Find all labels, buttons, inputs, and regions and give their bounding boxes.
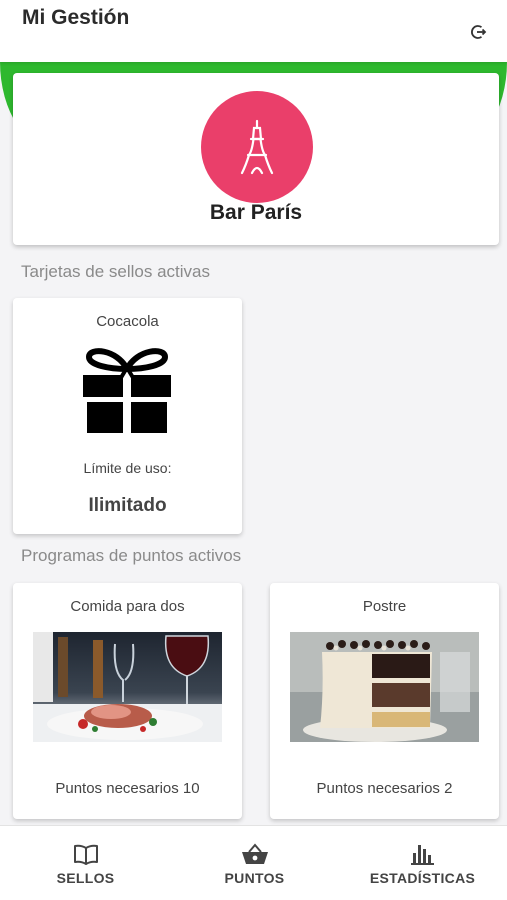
- points-needed: Puntos necesarios 2: [316, 780, 453, 797]
- book-icon: [73, 844, 98, 865]
- steak-dinner-photo: [33, 632, 222, 742]
- stamp-card[interactable]: Cocacola Límite de uso: Ilimitado: [13, 298, 242, 534]
- stamp-card-name: Cocacola: [96, 313, 159, 330]
- eiffel-tower-icon: [240, 119, 274, 175]
- stamp-cards-section-title: Tarjetas de sellos activas: [21, 262, 210, 281]
- points-needed: Puntos necesarios 10: [55, 780, 200, 797]
- layer-cake-photo: [290, 632, 479, 742]
- bottom-navigation: SELLOS PUNTOS ESTADÍSTICAS: [0, 825, 507, 900]
- points-card-name: Postre: [362, 598, 407, 615]
- bar-chart-icon: [410, 845, 434, 865]
- points-programs-section-title: Programas de puntos activos: [21, 546, 242, 565]
- nav-item-estadisticas[interactable]: ESTADÍSTICAS: [338, 826, 507, 900]
- nav-item-sellos[interactable]: SELLOS: [1, 826, 170, 900]
- basket-icon: [241, 843, 268, 864]
- app-bar: Mi Gestión: [0, 0, 507, 62]
- usage-limit-label: Límite de uso:: [83, 460, 172, 476]
- points-card-name: Comida para dos: [70, 598, 185, 615]
- business-logo: [201, 91, 313, 203]
- nav-item-puntos[interactable]: PUNTOS: [170, 826, 339, 900]
- nav-label: ESTADÍSTICAS: [369, 870, 476, 886]
- usage-limit-value: Ilimitado: [88, 495, 167, 516]
- nav-label: PUNTOS: [224, 870, 285, 886]
- app-title: Mi Gestión: [22, 6, 130, 29]
- points-card-dessert[interactable]: Postre Puntos necesarios 2: [270, 583, 499, 819]
- business-name: Bar París: [209, 201, 303, 224]
- nav-label: SELLOS: [56, 870, 115, 886]
- gift-icon: [83, 348, 171, 433]
- points-card-dinner[interactable]: Comida para dos Puntos necesarios 10: [13, 583, 242, 819]
- logout-icon: [471, 25, 487, 39]
- business-card: Bar París: [13, 73, 499, 245]
- logout-button[interactable]: [469, 22, 489, 42]
